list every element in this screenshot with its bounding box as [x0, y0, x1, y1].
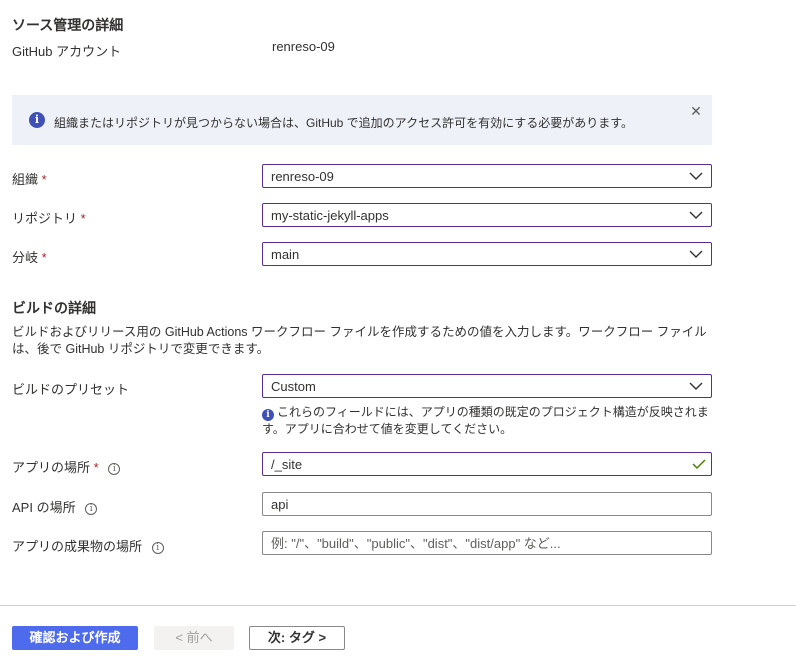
banner-text: 組織またはリポジトリが見つからない場合は、GitHub で追加のアクセス許可を有… [54, 116, 634, 130]
build-description: ビルドおよびリリース用の GitHub Actions ワークフロー ファイルを… [12, 325, 707, 356]
branch-label-text: 分岐 [12, 250, 39, 265]
repo-label: リポジトリ * [12, 208, 86, 227]
org-label-text: 組織 [12, 172, 39, 187]
checkmark-icon [692, 459, 706, 470]
required-marker: * [41, 172, 47, 187]
chevron-down-icon [689, 250, 703, 258]
app-location-label: アプリの場所 * i [12, 457, 121, 476]
chevron-down-icon [689, 211, 703, 219]
source-section-title: ソース管理の詳細 [12, 17, 124, 33]
required-marker: * [93, 460, 99, 475]
output-location-input[interactable] [262, 531, 712, 555]
chevron-down-icon [689, 382, 703, 390]
preset-dropdown-value: Custom [271, 379, 316, 394]
info-icon: i [29, 112, 45, 128]
org-label: 組織 * [12, 169, 47, 188]
review-create-button[interactable]: 確認および作成 [12, 626, 138, 650]
info-icon[interactable]: i [108, 463, 121, 475]
next-tags-button[interactable]: 次: タグ > [249, 626, 345, 650]
output-location-label-text: アプリの成果物の場所 [12, 539, 143, 554]
info-icon[interactable]: i [151, 542, 164, 554]
info-banner: i 組織またはリポジトリが見つからない場合は、GitHub で追加のアクセス許可… [12, 95, 712, 145]
repo-dropdown[interactable]: my-static-jekyll-apps [262, 203, 712, 227]
preset-note: i これらのフィールドには、アプリの種類の既定のプロジェクト構造が反映されます。ア… [262, 404, 712, 437]
footer-divider [0, 605, 796, 606]
preset-dropdown[interactable]: Custom [262, 374, 712, 398]
previous-button[interactable]: < 前へ [154, 626, 234, 650]
build-section-title: ビルドの詳細 [12, 300, 96, 316]
api-location-label-text: API の場所 [12, 500, 76, 515]
branch-dropdown[interactable]: main [262, 242, 712, 266]
repo-dropdown-value: my-static-jekyll-apps [271, 208, 389, 223]
preset-note-text: これらのフィールドには、アプリの種類の既定のプロジェクト構造が反映されます。アプ… [262, 405, 709, 436]
info-icon[interactable]: i [85, 503, 98, 515]
app-location-input[interactable] [262, 452, 712, 476]
github-account-label: GitHub アカウント [12, 44, 122, 59]
required-marker: * [41, 250, 47, 265]
required-marker: * [80, 211, 86, 226]
output-location-label: アプリの成果物の場所 i [12, 536, 164, 555]
info-icon: i [262, 409, 274, 421]
api-location-input[interactable] [262, 492, 712, 516]
api-location-label: API の場所 i [12, 497, 98, 516]
branch-dropdown-value: main [271, 247, 300, 262]
repo-label-text: リポジトリ [12, 211, 78, 226]
app-location-label-text: アプリの場所 [12, 460, 91, 475]
org-dropdown-value: renreso-09 [271, 169, 334, 184]
preset-label: ビルドのプリセット [12, 382, 130, 397]
chevron-down-icon [689, 172, 703, 180]
org-dropdown[interactable]: renreso-09 [262, 164, 712, 188]
close-icon[interactable]: ✕ [688, 103, 704, 119]
github-account-value: renreso-09 [272, 39, 335, 54]
branch-label: 分岐 * [12, 247, 47, 266]
